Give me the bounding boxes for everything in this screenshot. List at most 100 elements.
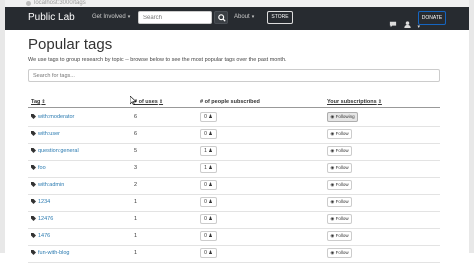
search-icon xyxy=(218,14,226,22)
get-involved-menu[interactable]: Get Involved ▾ xyxy=(92,14,130,20)
subscribers-button[interactable]: 0 ♟ xyxy=(200,248,217,258)
follow-button[interactable]: ◉ Follow xyxy=(327,214,352,224)
search-button[interactable] xyxy=(214,11,228,24)
store-button[interactable]: STORE xyxy=(267,11,293,24)
site-info-icon[interactable] xyxy=(26,1,31,6)
follow-button[interactable]: ◉ Follow xyxy=(327,248,352,258)
user-icon: ♟ xyxy=(208,114,213,120)
tag-link[interactable]: with:moderator xyxy=(31,114,74,120)
tag-icon xyxy=(31,165,36,171)
tag-name: fun-with-blog xyxy=(38,250,70,256)
subscriber-count: 1 xyxy=(204,165,207,171)
subscribers-button[interactable]: 0 ♟ xyxy=(200,180,217,190)
chevron-down-icon: ▾ xyxy=(251,14,255,20)
page-title: Popular tags xyxy=(28,36,113,53)
tag-link[interactable]: question:general xyxy=(31,148,79,154)
follow-button[interactable]: ◉ Follow xyxy=(327,129,352,139)
subscriber-count: 0 xyxy=(204,233,207,239)
sort-icon: ⇕ xyxy=(377,99,382,105)
table-row: foo 3 1 ♟ ◉ Follow xyxy=(28,160,440,178)
brand-logo[interactable]: Public Lab xyxy=(28,12,75,23)
uses-count: 1 xyxy=(134,250,138,256)
donate-button[interactable]: DONATE xyxy=(418,11,446,25)
tag-name: with:user xyxy=(38,131,61,137)
table-row: fun-with-blog 1 0 ♟ ◉ Follow xyxy=(28,245,440,263)
eye-icon: ◉ xyxy=(330,148,335,153)
follow-button[interactable]: ◉ Follow xyxy=(327,231,352,241)
uses-count: 1 xyxy=(134,233,138,239)
following-button[interactable]: ◉ Following xyxy=(327,112,358,122)
subscriptions-header-label: Your subscriptions xyxy=(327,99,377,105)
chevron-down-icon: ▾ xyxy=(127,14,131,20)
user-icon: ♟ xyxy=(208,216,213,222)
tag-name: with:admin xyxy=(38,182,65,188)
window-edge-left xyxy=(0,0,5,253)
tag-link[interactable]: fun-with-blog xyxy=(31,250,70,256)
tag-link[interactable]: with:admin xyxy=(31,182,64,188)
tag-header-label: Tag xyxy=(31,99,41,105)
eye-icon: ◉ xyxy=(330,131,335,136)
subscribers-button[interactable]: 0 ♟ xyxy=(200,214,217,224)
tag-icon xyxy=(31,233,36,239)
uses-count: 3 xyxy=(134,165,138,171)
tag-link[interactable]: foo xyxy=(31,165,46,171)
subscribers-button[interactable]: 0 ♟ xyxy=(200,231,217,241)
subscriber-count: 0 xyxy=(204,131,207,137)
user-icon: ♟ xyxy=(208,233,213,239)
about-label: About xyxy=(234,14,250,20)
top-navbar: Public Lab Get Involved▾ About▾ STORE ▾ … xyxy=(5,7,469,30)
people-subscribed-header: # of people subscribed xyxy=(200,99,260,105)
follow-label: Follow xyxy=(335,131,349,136)
subscribers-button[interactable]: 1 ♟ xyxy=(200,146,217,156)
mouse-cursor-icon xyxy=(130,96,136,105)
sort-by-uses[interactable]: # of uses⇕ xyxy=(134,99,163,105)
subscribers-button[interactable]: 0 ♟ xyxy=(200,197,217,207)
window-edge-right xyxy=(469,0,474,253)
follow-label: Follow xyxy=(335,182,349,187)
tag-link[interactable]: 1234 xyxy=(31,199,50,205)
table-row: with:moderator 6 0 ♟ ◉ Following xyxy=(28,109,440,127)
search-input[interactable] xyxy=(138,11,212,24)
uses-count: 1 xyxy=(134,199,138,205)
chat-icon[interactable] xyxy=(389,15,397,33)
tag-name: foo xyxy=(38,165,46,171)
tag-name: 12476 xyxy=(38,216,54,222)
tag-icon xyxy=(31,216,36,222)
follow-label: Following xyxy=(335,114,355,119)
follow-button[interactable]: ◉ Follow xyxy=(327,163,352,173)
sort-icon: ⇕ xyxy=(41,99,46,105)
sort-by-subscriptions[interactable]: Your subscriptions⇕ xyxy=(327,99,382,105)
subscriber-count: 1 xyxy=(204,148,207,154)
about-menu[interactable]: About ▾ xyxy=(234,14,254,20)
eye-icon: ◉ xyxy=(330,216,335,221)
get-involved-label: Get Involved xyxy=(92,14,126,20)
tag-link[interactable]: 12476 xyxy=(31,216,53,222)
follow-label: Follow xyxy=(335,165,349,170)
uses-count: 2 xyxy=(134,182,138,188)
follow-button[interactable]: ◉ Follow xyxy=(327,180,352,190)
user-icon: ♟ xyxy=(208,199,213,205)
subscriber-count: 0 xyxy=(204,114,207,120)
subscriber-count: 0 xyxy=(204,182,207,188)
uses-count: 1 xyxy=(134,216,138,222)
follow-label: Follow xyxy=(335,148,349,153)
subscribers-button[interactable]: 0 ♟ xyxy=(200,129,217,139)
table-header-divider xyxy=(28,107,440,108)
subscribers-button[interactable]: 0 ♟ xyxy=(200,112,217,122)
tag-icon xyxy=(31,114,36,120)
sort-by-tag[interactable]: Tag⇕ xyxy=(31,99,46,105)
eye-icon: ◉ xyxy=(330,199,335,204)
follow-button[interactable]: ◉ Follow xyxy=(327,197,352,207)
tag-link[interactable]: 1476 xyxy=(31,233,50,239)
browser-url[interactable]: localhost:3000/tags xyxy=(34,0,86,7)
follow-button[interactable]: ◉ Follow xyxy=(327,146,352,156)
uses-count: 6 xyxy=(134,114,138,120)
subscriber-count: 0 xyxy=(204,199,207,205)
tag-link[interactable]: with:user xyxy=(31,131,60,137)
tag-name: question:general xyxy=(38,148,79,154)
subscribers-button[interactable]: 1 ♟ xyxy=(200,163,217,173)
subscriber-count: 0 xyxy=(204,216,207,222)
sort-icon: ⇕ xyxy=(158,99,164,105)
table-row: 1476 1 0 ♟ ◉ Follow xyxy=(28,228,440,246)
tag-search-input[interactable] xyxy=(28,69,440,82)
